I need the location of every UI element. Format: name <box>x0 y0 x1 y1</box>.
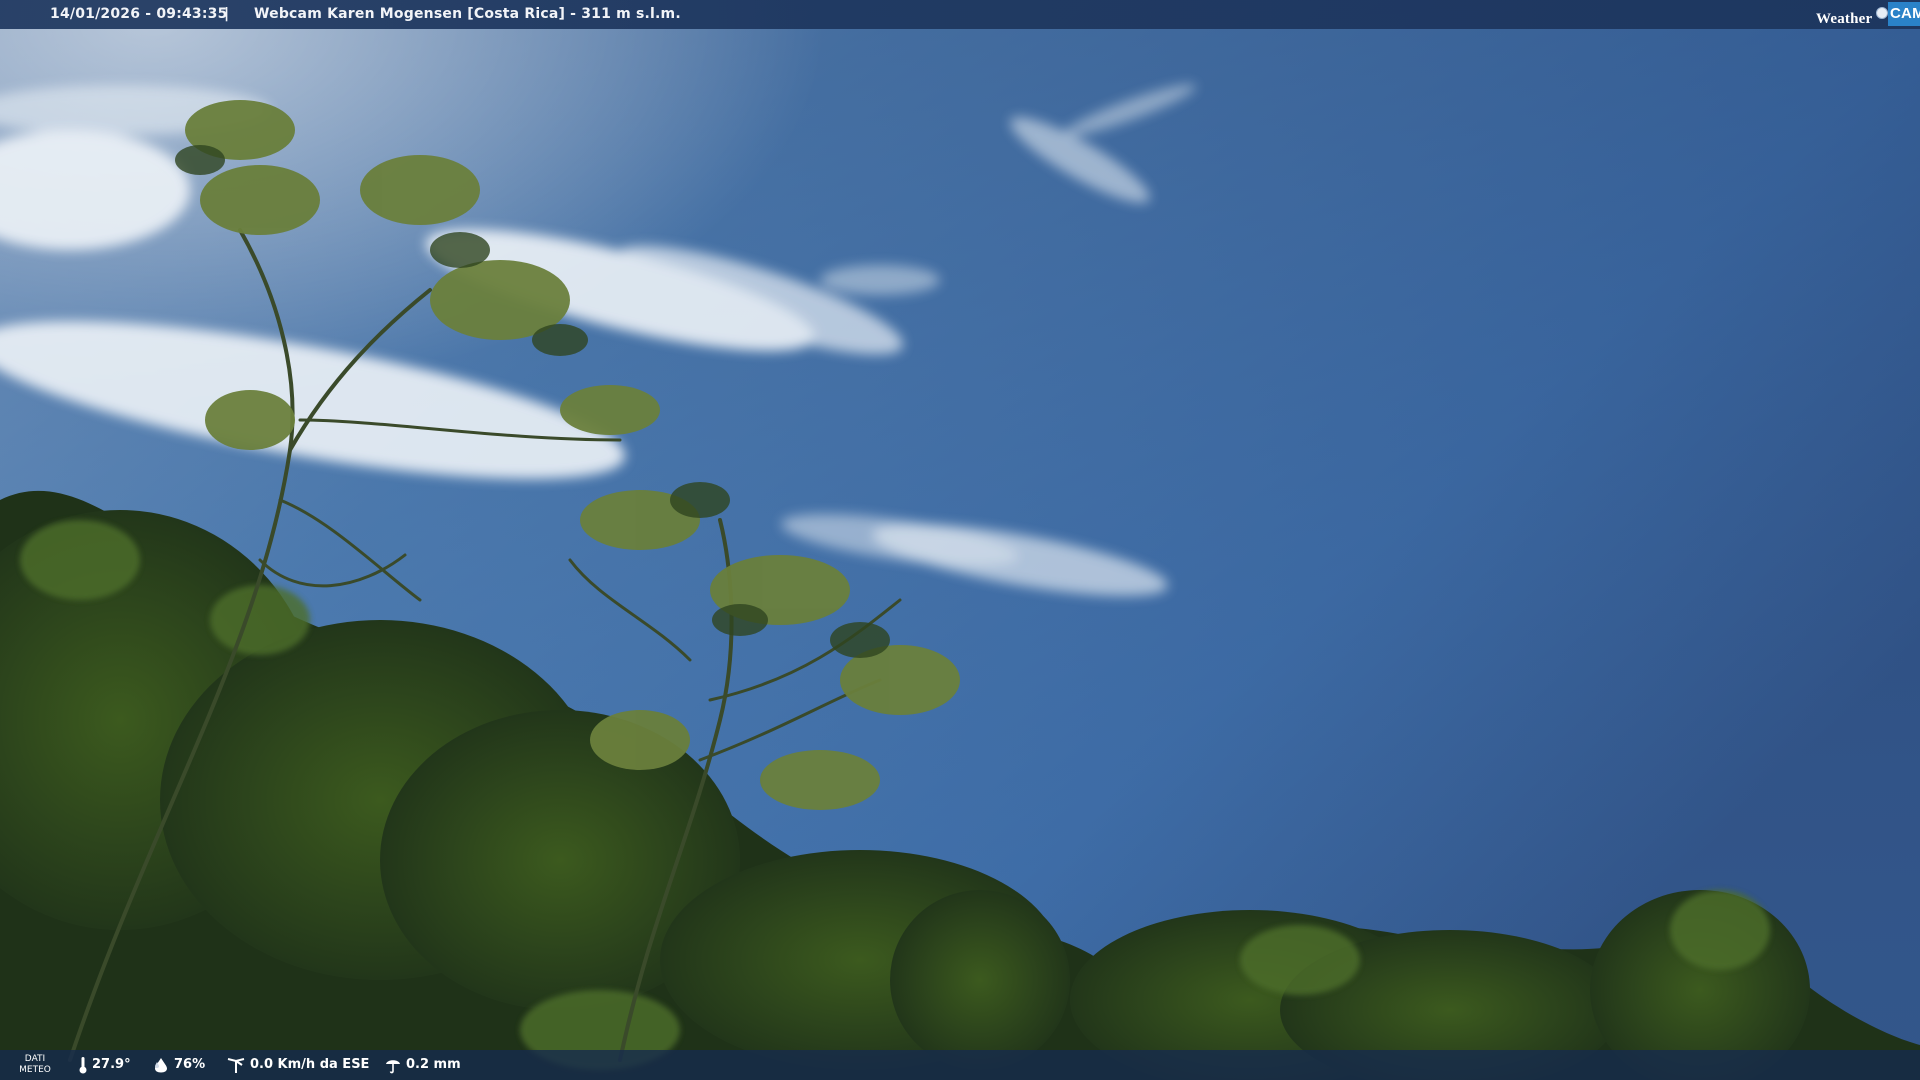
header-bar: 14/01/2026 - 09:43:35 | Webcam Karen Mog… <box>0 0 1920 29</box>
rain-reading: 0.2 mm <box>384 1050 461 1080</box>
label-line-2: METEO <box>19 1065 51 1075</box>
humidity-value: 76% <box>174 1057 206 1072</box>
rain-icon <box>386 1059 400 1073</box>
wind-vane-icon <box>227 1057 245 1073</box>
weather-data-bar: DATI METEO 27.9° 76% 0.0 Km/h da ESE 0.2… <box>0 1050 1920 1080</box>
humidity-reading: 76% <box>152 1050 205 1080</box>
label-line-1: DATI <box>24 1054 46 1064</box>
temperature-value: 27.9° <box>92 1057 131 1072</box>
webcam-view: 14/01/2026 - 09:43:35 | Webcam Karen Mog… <box>0 0 1920 1080</box>
logo-text-weather: Weather <box>1816 11 1873 27</box>
logo-dot-icon <box>1876 7 1888 19</box>
timestamp: 14/01/2026 - 09:43:35 <box>50 6 228 22</box>
header-separator: | <box>224 6 230 22</box>
temperature-reading: 27.9° <box>78 1050 131 1080</box>
webcam-image <box>0 0 1920 1080</box>
webcam-title: Webcam Karen Mogensen [Costa Rica] - 311… <box>254 6 681 22</box>
thermometer-icon <box>79 1056 87 1073</box>
wind-reading: 0.0 Km/h da ESE <box>226 1050 369 1080</box>
drop-icon <box>155 1057 167 1072</box>
logo-text-cam: CAM <box>1888 2 1920 26</box>
weather-data-label: DATI METEO <box>16 1054 54 1076</box>
wind-value: 0.0 Km/h da ESE <box>250 1057 370 1072</box>
weathercam-logo: Weather CAM <box>1816 0 1920 29</box>
rain-value: 0.2 mm <box>406 1057 461 1072</box>
